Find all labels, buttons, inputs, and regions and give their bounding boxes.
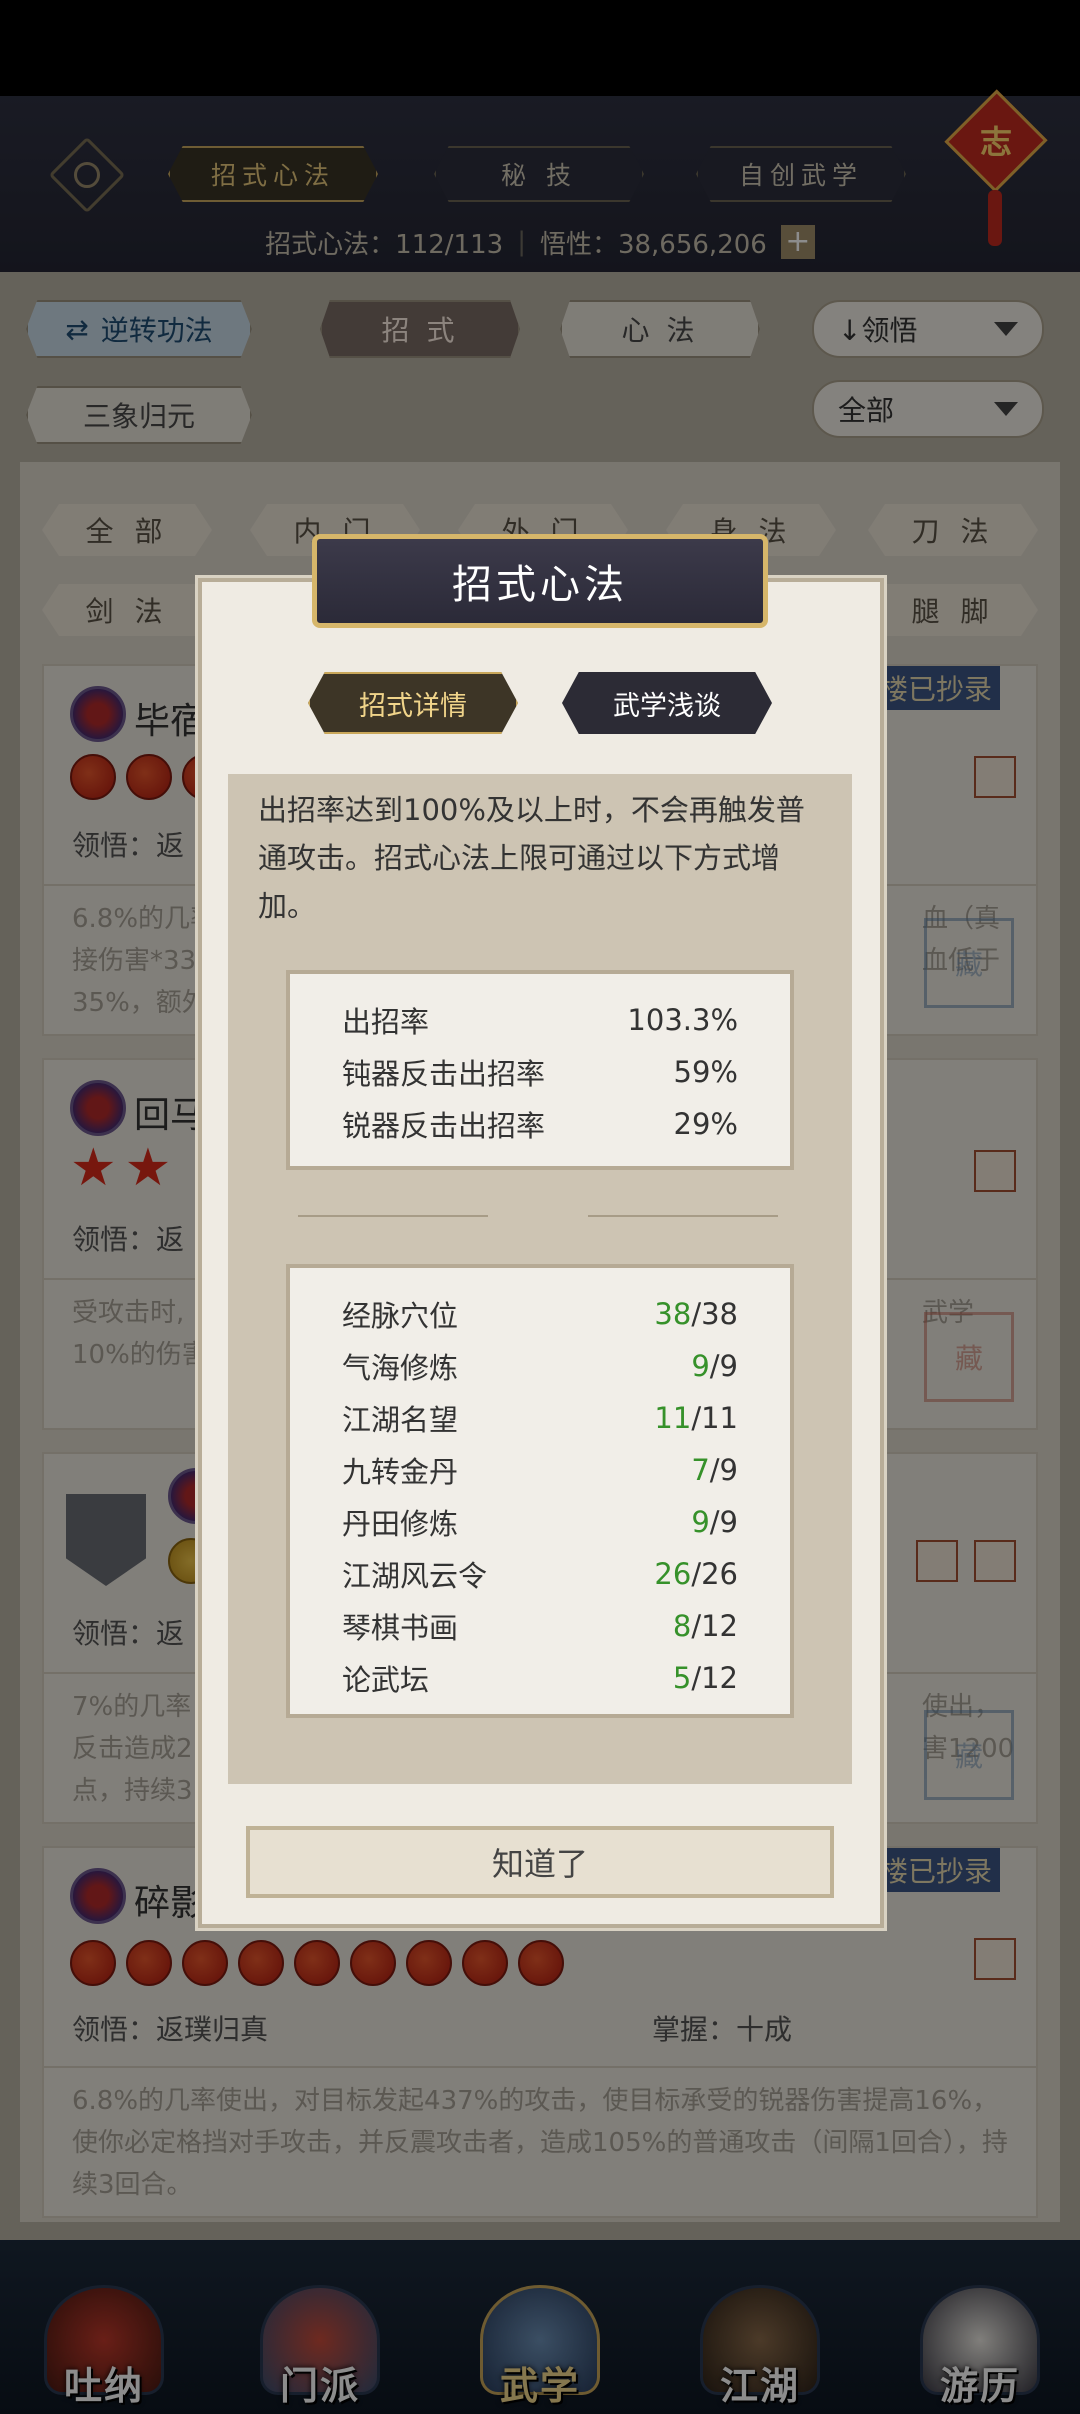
source-row: 琴棋书画 8/12	[290, 1600, 790, 1652]
ok-button[interactable]: 知道了	[246, 1826, 834, 1898]
source-current: 38	[654, 1297, 692, 1331]
source-max: /12	[691, 1609, 738, 1643]
modal-description: 出招率达到100%及以上时，不会再触发普通攻击。招式心法上限可通过以下方式增加。	[258, 793, 805, 923]
ornament-divider	[298, 1212, 778, 1220]
source-row: 江湖风云令 26/26	[290, 1548, 790, 1600]
stat-row: 锐器反击出招率 29%	[290, 1098, 790, 1150]
source-row: 论武坛 5/12	[290, 1652, 790, 1704]
source-label: 气海修炼	[342, 1351, 459, 1385]
source-label: 丹田修炼	[342, 1507, 459, 1541]
source-max: /9	[709, 1505, 738, 1539]
source-max: /12	[691, 1661, 738, 1695]
source-current: 9	[691, 1505, 710, 1539]
source-current: 11	[654, 1401, 692, 1435]
source-label: 经脉穴位	[342, 1299, 459, 1333]
source-max: /9	[709, 1453, 738, 1487]
source-label: 九转金丹	[342, 1455, 459, 1489]
stat-value: 103.3%	[627, 1003, 738, 1037]
source-current: 8	[672, 1609, 692, 1643]
source-current: 7	[691, 1453, 710, 1487]
stat-value: 59%	[673, 1055, 738, 1089]
source-row: 丹田修炼 9/9	[290, 1496, 790, 1548]
stat-label: 钝器反击出招率	[342, 1057, 546, 1091]
source-row: 气海修炼 9/9	[290, 1340, 790, 1392]
stat-label: 出招率	[342, 1005, 430, 1039]
source-max: /9	[709, 1349, 738, 1383]
source-max: /38	[691, 1297, 738, 1331]
stat-row: 钝器反击出招率 59%	[290, 1046, 790, 1098]
source-max: /26	[691, 1557, 738, 1591]
source-label: 江湖风云令	[342, 1559, 488, 1593]
source-box: 经脉穴位 38/38 气海修炼 9/9 江湖名望 11/11 九转金丹 7/9 丹田修炼…	[286, 1264, 794, 1718]
source-current: 26	[654, 1557, 692, 1591]
source-row: 江湖名望 11/11	[290, 1392, 790, 1444]
stat-label: 锐器反击出招率	[342, 1109, 546, 1143]
source-label: 论武坛	[342, 1663, 430, 1697]
stat-value: 29%	[673, 1107, 738, 1141]
stat-row: 出招率 103.3%	[290, 994, 790, 1046]
modal-title: 招式心法	[312, 534, 768, 628]
source-max: /11	[691, 1401, 738, 1435]
source-current: 9	[691, 1349, 710, 1383]
source-label: 琴棋书画	[342, 1611, 459, 1645]
source-row: 九转金丹 7/9	[290, 1444, 790, 1496]
tab-move-details[interactable]: 招式详情	[308, 672, 518, 734]
tab-martial-talk[interactable]: 武学浅谈	[562, 672, 772, 734]
source-row: 经脉穴位 38/38	[290, 1288, 790, 1340]
rate-stats-box: 出招率 103.3% 钝器反击出招率 59% 锐器反击出招率 29%	[286, 970, 794, 1170]
source-current: 5	[672, 1661, 692, 1695]
source-label: 江湖名望	[342, 1403, 459, 1437]
